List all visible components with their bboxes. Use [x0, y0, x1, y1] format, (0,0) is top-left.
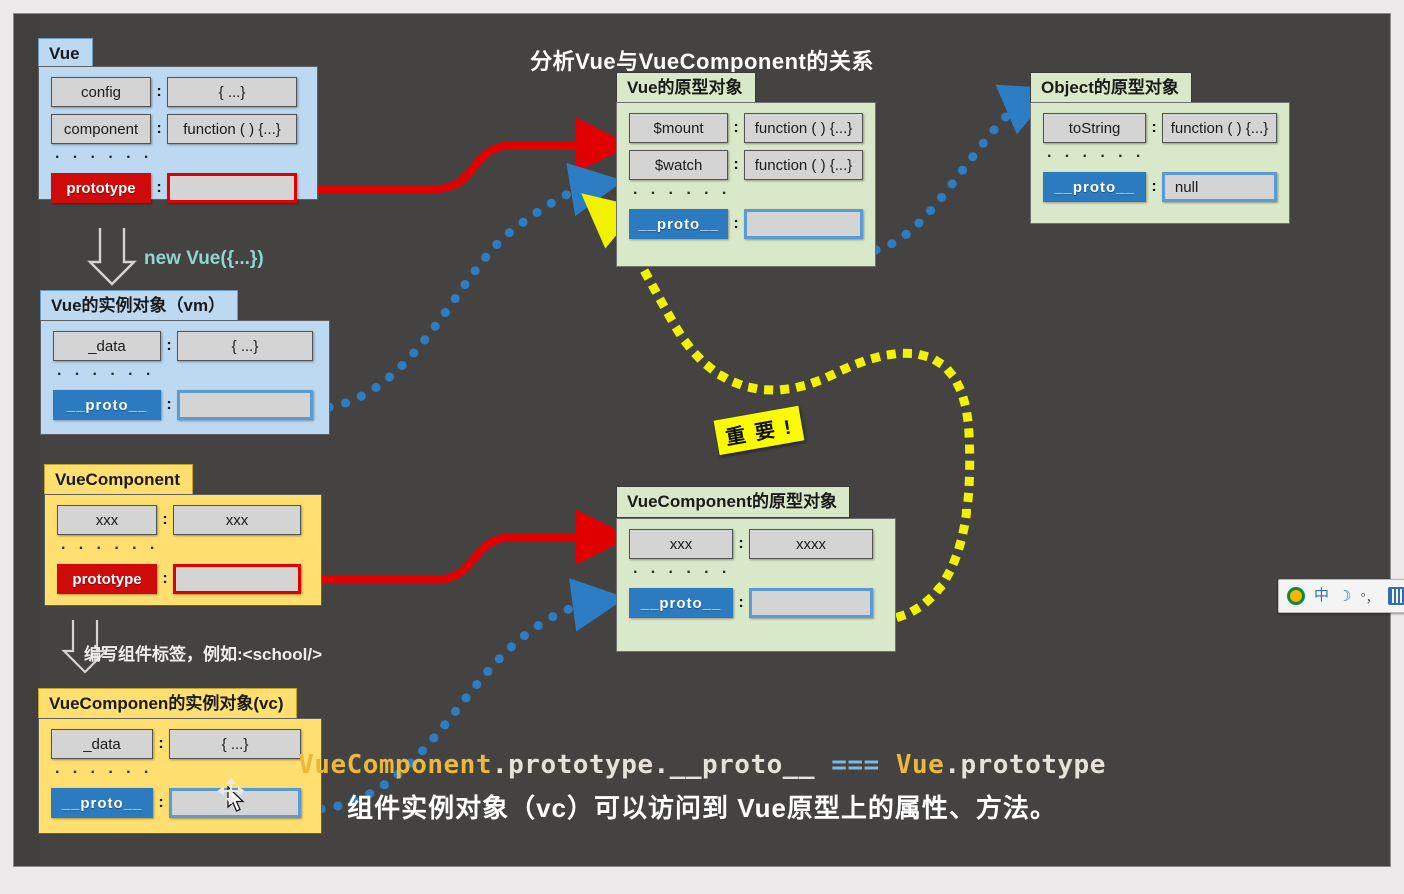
- table-row: config : { ...}: [51, 77, 305, 107]
- box-vuecomponent-title: VueComponent: [44, 464, 193, 496]
- table-row-proto: __proto__ : null: [1043, 172, 1277, 202]
- colon-separator: :: [738, 535, 744, 552]
- label-write-tag: 编写组件标签，例如:<school/>: [84, 645, 323, 664]
- table-row-prototype: prototype :: [51, 173, 305, 203]
- cell-key: config: [51, 77, 151, 107]
- colon-separator: :: [1151, 178, 1157, 195]
- proto-key: __proto__: [1043, 172, 1147, 202]
- label-new-vue: new Vue({...}): [144, 248, 264, 269]
- arrow-vueproto-proto-blue: [854, 84, 1056, 257]
- box-vue-prototype-title: Vue的原型对象: [616, 72, 756, 104]
- table-row: toString : function ( ) {...}: [1043, 113, 1277, 143]
- table-row-prototype: prototype :: [57, 564, 309, 594]
- ellipsis: · · · · · ·: [633, 185, 732, 202]
- cell-key: $mount: [629, 113, 729, 143]
- down-arrow-new-vue: [87, 228, 137, 286]
- box-vm: Vue的实例对象（vm） _data : { ...} · · · · · · …: [40, 290, 330, 435]
- cell-value: xxx: [173, 505, 301, 535]
- arrow-vue-prototype-red: [287, 117, 631, 193]
- colon-separator: :: [1151, 119, 1157, 136]
- conclusion-code: VueComponent.prototype.__proto__ === Vue…: [14, 750, 1390, 780]
- proto-value: [749, 588, 873, 618]
- cell-value: function ( ) {...}: [744, 113, 863, 143]
- prototype-value: [173, 564, 301, 594]
- sogou-logo-icon[interactable]: [1287, 587, 1305, 605]
- proto-value: [177, 390, 313, 420]
- prototype-key: prototype: [57, 564, 157, 594]
- cell-value: { ...}: [177, 331, 313, 361]
- move-handle-icon[interactable]: [218, 778, 244, 804]
- colon-separator: :: [162, 570, 168, 587]
- box-vc-title: VueComponen的实例对象(vc): [38, 688, 297, 720]
- cell-value: function ( ) {...}: [1161, 113, 1277, 143]
- ellipsis: · · · · · ·: [57, 366, 156, 383]
- proto-value: [744, 209, 863, 239]
- ime-toolbar[interactable]: 中 ☽ °，: [1278, 579, 1404, 613]
- colon-separator: :: [166, 337, 172, 354]
- ellipsis: · · · · · ·: [61, 540, 160, 557]
- prototype-key: prototype: [51, 173, 151, 203]
- cell-key: xxx: [57, 505, 157, 535]
- cell-key: $watch: [629, 150, 729, 180]
- moon-icon[interactable]: ☽: [1338, 587, 1351, 605]
- box-object-prototype-title: Object的原型对象: [1030, 72, 1192, 104]
- ellipsis: · · · · · ·: [55, 149, 154, 166]
- code-vue: Vue: [879, 750, 945, 780]
- ime-mode-chinese[interactable]: 中: [1314, 586, 1329, 606]
- code-middle: .prototype.__proto__: [491, 750, 832, 780]
- proto-value: null: [1161, 172, 1277, 202]
- cell-key: xxx: [629, 529, 733, 559]
- code-vuecomponent: VueComponent: [298, 750, 492, 780]
- colon-separator: :: [733, 119, 739, 136]
- box-vuecomponent-prototype-title: VueComponent的原型对象: [616, 486, 850, 518]
- proto-key: __proto__: [629, 209, 729, 239]
- table-row: _data : { ...}: [53, 331, 317, 361]
- table-row: $mount : function ( ) {...}: [629, 113, 863, 143]
- box-vuecomponent-prototype: VueComponent的原型对象 xxx : xxxx · · · · · ·…: [616, 486, 896, 652]
- proto-key: __proto__: [629, 588, 733, 618]
- colon-separator: :: [733, 215, 739, 232]
- cell-key: component: [51, 114, 151, 144]
- table-row: xxx : xxx: [57, 505, 309, 535]
- colon-separator: :: [733, 156, 739, 173]
- table-row-proto: __proto__ :: [53, 390, 317, 420]
- colon-separator: :: [162, 511, 168, 528]
- colon-separator: :: [156, 83, 162, 100]
- important-sticker: 重 要 !: [713, 405, 805, 456]
- cell-value: { ...}: [167, 77, 297, 107]
- ellipsis: · · · · · ·: [1047, 148, 1146, 165]
- colon-separator: :: [738, 594, 744, 611]
- box-object-prototype: Object的原型对象 toString : function ( ) {...…: [1030, 72, 1290, 224]
- cell-value: xxxx: [749, 529, 873, 559]
- ellipsis: · · · · · ·: [633, 564, 732, 581]
- colon-separator: :: [156, 179, 162, 196]
- box-vue-prototype: Vue的原型对象 $mount : function ( ) {...} $wa…: [616, 72, 876, 267]
- keyboard-icon[interactable]: [1387, 587, 1404, 605]
- table-row: component : function ( ) {...}: [51, 114, 305, 144]
- code-suffix: .prototype: [944, 750, 1106, 780]
- colon-separator: :: [156, 120, 162, 137]
- colon-separator: :: [166, 396, 172, 413]
- slide-canvas: 分析Vue与VueComponent的关系 Vue config : { ...…: [14, 14, 1404, 866]
- slide-stage: 分析Vue与VueComponent的关系 Vue config : { ...…: [0, 0, 1404, 894]
- cell-key: toString: [1043, 113, 1147, 143]
- prototype-value: [167, 173, 297, 203]
- table-row-proto: __proto__ :: [629, 588, 883, 618]
- box-vm-title: Vue的实例对象（vm）: [40, 290, 239, 322]
- arrow-vm-proto-blue: [307, 162, 624, 414]
- punctuation-toggle[interactable]: °，: [1360, 587, 1378, 606]
- table-row: $watch : function ( ) {...}: [629, 150, 863, 180]
- table-row-proto: __proto__ :: [629, 209, 863, 239]
- code-strict-equals: ===: [831, 750, 880, 780]
- cell-value: function ( ) {...}: [167, 114, 297, 144]
- box-vuecomponent: VueComponent xxx : xxx · · · · · · proto…: [44, 464, 322, 606]
- cell-value: function ( ) {...}: [744, 150, 863, 180]
- table-row: xxx : xxxx: [629, 529, 883, 559]
- arrow-vuecomponent-prototype-red: [289, 509, 631, 584]
- cell-key: _data: [53, 331, 161, 361]
- proto-key: __proto__: [53, 390, 161, 420]
- box-vue: Vue config : { ...} component : function…: [38, 38, 318, 203]
